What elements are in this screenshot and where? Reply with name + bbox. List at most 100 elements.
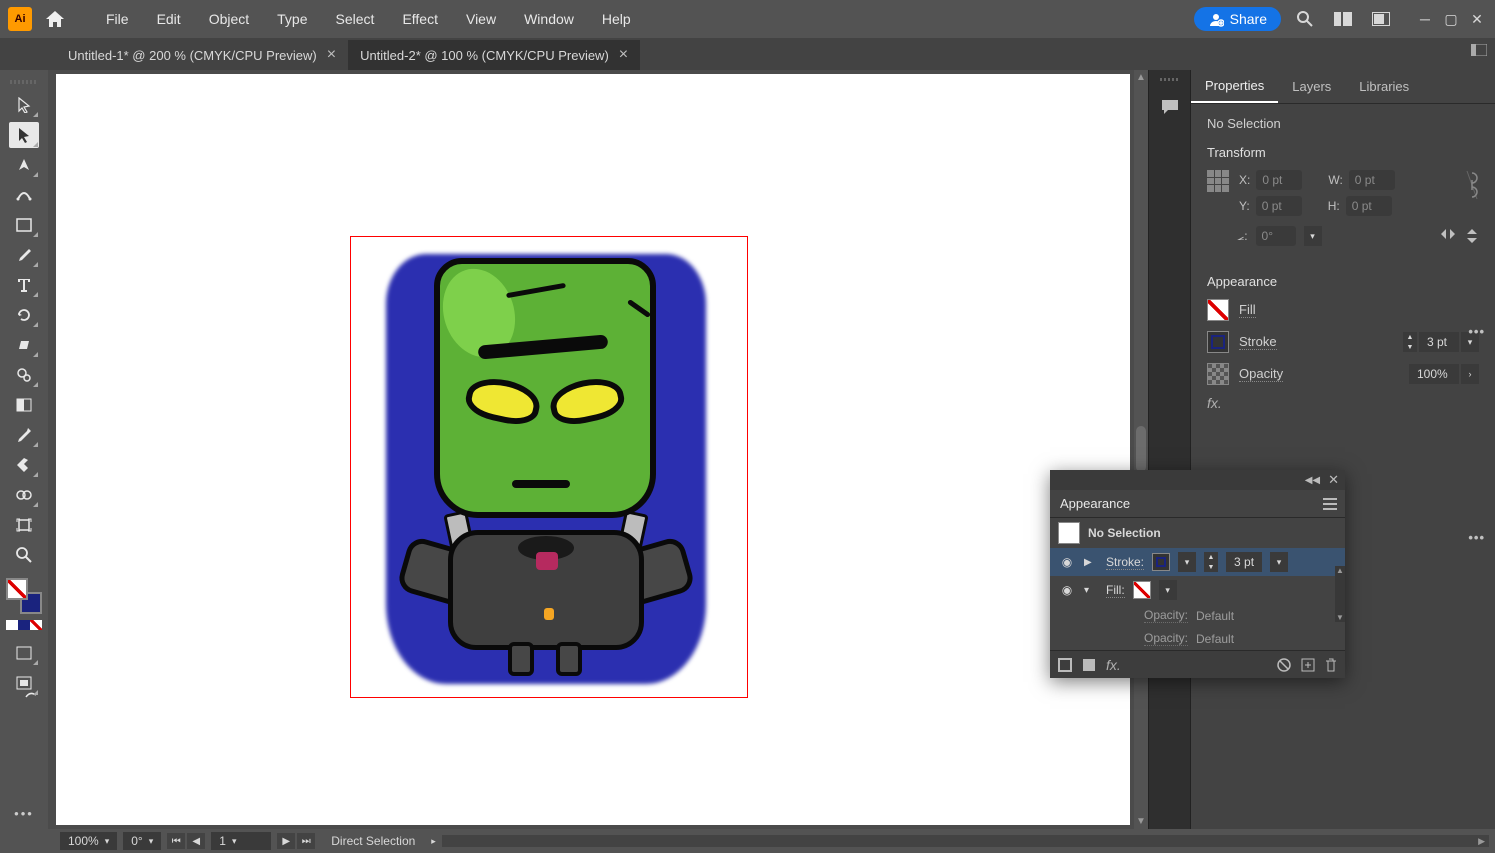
stroke-color-swatch[interactable] (1152, 553, 1170, 571)
stroke-weight-value[interactable]: 3 pt (1226, 552, 1262, 572)
toolbar-grip-icon[interactable] (10, 80, 38, 84)
rotate-view-field[interactable]: 0° ▾ (123, 832, 161, 850)
opacity-input[interactable]: 100% (1409, 364, 1459, 384)
shaper-tool[interactable] (9, 452, 39, 478)
canvas-document[interactable] (56, 74, 1130, 825)
fill-swatch-icon[interactable] (1207, 299, 1229, 321)
shape-builder-tool[interactable] (9, 482, 39, 508)
draw-mode-icon[interactable] (9, 640, 39, 666)
color-mode-icon[interactable] (6, 620, 18, 630)
none-mode-icon[interactable] (30, 620, 42, 630)
collapse-panel-icon[interactable]: ◀◀ (1305, 475, 1320, 486)
workspace-switcher-icon[interactable] (1367, 5, 1395, 33)
stroke-weight-dropdown-icon[interactable]: ▾ (1270, 552, 1288, 572)
zoom-level-field[interactable]: 100% ▾ (60, 832, 117, 850)
arrange-tabs-icon[interactable] (1471, 44, 1487, 56)
menu-window[interactable]: Window (512, 7, 586, 31)
artboard-number-field[interactable]: 1 ▾ (211, 832, 271, 850)
menu-effect[interactable]: Effect (390, 7, 450, 31)
scroll-down-icon[interactable]: ▼ (1336, 613, 1344, 622)
appearance-opacity-row-2[interactable]: Opacity: Default (1050, 627, 1345, 650)
vertical-scrollbar[interactable]: ▲ ▼ (1134, 70, 1148, 829)
paintbrush-tool[interactable] (9, 242, 39, 268)
appearance-fill-row[interactable]: ◉ ▾ Fill: ▾ (1050, 576, 1345, 604)
close-icon[interactable]: × (619, 46, 628, 64)
opacity-label[interactable]: Opacity (1239, 366, 1283, 382)
appearance-opacity-row-1[interactable]: Opacity: Default (1050, 604, 1345, 627)
appearance-more-icon[interactable]: ••• (1468, 530, 1485, 545)
duplicate-item-icon[interactable] (1301, 658, 1315, 672)
tab-layers[interactable]: Layers (1278, 71, 1345, 102)
chevron-down-icon[interactable]: ▾ (105, 836, 110, 847)
y-input[interactable]: 0 pt (1256, 196, 1302, 216)
stroke-color-dropdown-icon[interactable]: ▾ (1178, 552, 1196, 572)
next-artboard-icon[interactable]: ▶ (277, 833, 295, 849)
dock-grip-icon[interactable] (1160, 78, 1180, 81)
zoom-tool[interactable] (9, 542, 39, 568)
menu-file[interactable]: File (94, 7, 141, 31)
last-artboard-icon[interactable]: ⏭ (297, 833, 315, 849)
first-artboard-icon[interactable]: ⏮ (167, 833, 185, 849)
panel-scrollbar[interactable]: ▲ ▼ (1335, 566, 1345, 622)
add-effect-icon[interactable]: fx. (1207, 395, 1479, 411)
visibility-toggle-icon[interactable]: ◉ (1058, 555, 1076, 569)
pen-tool[interactable] (9, 152, 39, 178)
stroke-label[interactable]: Stroke (1239, 334, 1277, 350)
close-panel-icon[interactable]: ✕ (1328, 472, 1339, 488)
fill-color-dropdown-icon[interactable]: ▾ (1159, 580, 1177, 600)
horizontal-scrollbar[interactable]: ▶ (442, 835, 1489, 847)
stroke-weight-stepper[interactable]: ▲▼ (1204, 552, 1218, 572)
opacity-dropdown-icon[interactable]: › (1461, 364, 1479, 384)
eraser-tool[interactable] (9, 332, 39, 358)
maximize-button[interactable]: ▢ (1439, 9, 1463, 29)
step-up-icon[interactable]: ▲ (1204, 552, 1218, 562)
disclosure-down-icon[interactable]: ▾ (1084, 585, 1098, 596)
step-down-icon[interactable]: ▼ (1204, 562, 1218, 572)
status-menu-icon[interactable]: ▸ (431, 836, 436, 847)
opacity-swatch-icon[interactable] (1207, 363, 1229, 385)
direct-selection-tool[interactable] (9, 122, 39, 148)
scroll-right-icon[interactable]: ▶ (1478, 836, 1485, 847)
tab-properties[interactable]: Properties (1191, 70, 1278, 103)
fill-label[interactable]: Fill (1239, 302, 1256, 318)
angle-input[interactable]: 0° (1256, 226, 1296, 246)
scroll-down-icon[interactable]: ▼ (1136, 816, 1146, 827)
fill-stroke-swatches[interactable] (6, 578, 42, 614)
menu-view[interactable]: View (454, 7, 508, 31)
w-input[interactable]: 0 pt (1349, 170, 1395, 190)
opacity-row-label[interactable]: Opacity: (1144, 608, 1188, 623)
arrange-documents-icon[interactable] (1329, 5, 1357, 33)
gradient-mode-icon[interactable] (18, 620, 30, 630)
curvature-tool[interactable] (9, 182, 39, 208)
search-icon[interactable] (1291, 5, 1319, 33)
flip-vertical-icon[interactable] (1465, 227, 1479, 245)
reference-point-icon[interactable] (1207, 170, 1229, 192)
home-icon[interactable] (42, 6, 68, 32)
menu-type[interactable]: Type (265, 7, 319, 31)
prev-artboard-icon[interactable]: ◀ (187, 833, 205, 849)
canvas-area[interactable]: ▲ ▼ (48, 70, 1148, 829)
flip-horizontal-icon[interactable] (1439, 227, 1457, 245)
gradient-tool[interactable] (9, 392, 39, 418)
artboard-tool[interactable] (9, 512, 39, 538)
document-tab-1[interactable]: Untitled-1* @ 200 % (CMYK/CPU Preview) × (56, 40, 348, 70)
disclosure-right-icon[interactable]: ▶ (1084, 557, 1098, 568)
rotate-tool[interactable] (9, 302, 39, 328)
add-new-effect-icon[interactable]: fx. (1106, 657, 1121, 673)
opacity-row-label[interactable]: Opacity: (1144, 631, 1188, 646)
chevron-down-icon[interactable]: ▾ (149, 836, 154, 847)
transform-more-icon[interactable]: ••• (1468, 324, 1485, 339)
fill-color-swatch[interactable] (6, 578, 28, 600)
stroke-row-label[interactable]: Stroke: (1106, 555, 1144, 570)
scrollbar-thumb[interactable] (1136, 426, 1146, 472)
h-input[interactable]: 0 pt (1346, 196, 1392, 216)
comments-panel-icon[interactable] (1156, 93, 1184, 121)
edit-toolbar-icon[interactable]: ••• (14, 806, 34, 821)
menu-object[interactable]: Object (197, 7, 261, 31)
close-button[interactable]: ✕ (1465, 9, 1489, 29)
new-art-maintains-icon[interactable] (1058, 658, 1072, 672)
menu-select[interactable]: Select (324, 7, 387, 31)
angle-dropdown-icon[interactable]: ▾ (1304, 226, 1322, 246)
menu-help[interactable]: Help (590, 7, 643, 31)
stroke-weight-stepper[interactable]: ▲▼ (1403, 332, 1417, 352)
